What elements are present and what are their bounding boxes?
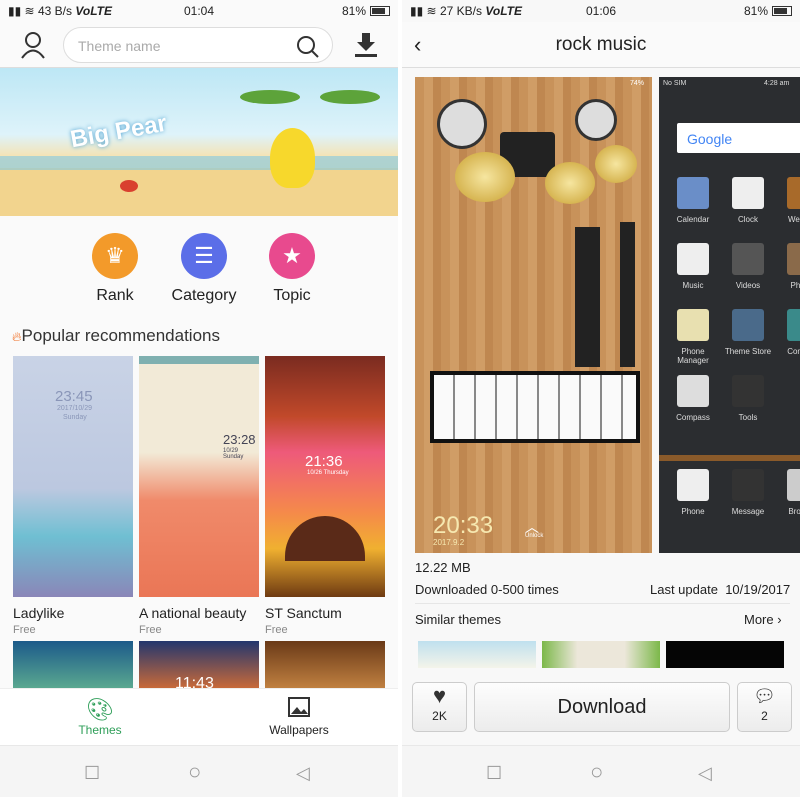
theme-card[interactable] [265,641,385,688]
signal-icon: ▮▮ ≋ [8,4,38,18]
lockscreen-preview[interactable]: 74% 20:33 2017.9.2 ︿ Unlock [415,77,652,553]
comments-button[interactable]: 💬︎ 2 [737,682,792,732]
banner-title: Big Pear [68,109,169,154]
theme-store-home: ▮▮ ≋ 43 B/s VoLTE 01:04 81% Theme name B… [0,0,398,797]
header: ‹ rock music [402,22,800,68]
download-button[interactable]: Download [474,682,730,732]
theme-card[interactable]: 11:43 [139,641,259,692]
section-title: 🔥︎Popular recommendations [12,326,220,345]
signal-icon: ▮▮ ≋ [410,4,440,18]
image-icon [239,697,359,723]
star-icon: ★ [269,233,315,279]
similar-themes-label: Similar themes [415,612,501,627]
similar-theme-thumb[interactable] [666,641,784,668]
theme-card[interactable]: 23:28 10/29 Sunday A national beauty Fre… [139,356,259,636]
list-icon: ☰ [181,233,227,279]
back-icon[interactable]: ◁ [296,763,310,784]
crown-icon: ♛ [92,233,138,279]
app-icon-contacts: Contacts [777,309,800,356]
battery-icon [370,6,390,16]
app-icon-videos: Videos [722,243,774,290]
back-icon[interactable]: ◁ [698,763,712,784]
cymbal [455,152,515,202]
chevron-right-icon: › [777,612,782,627]
google-search-widget: Google [677,123,800,153]
more-link[interactable]: More › [744,612,782,627]
heart-icon: ♥ [432,683,447,708]
crab [120,180,138,192]
dock-icon-phone: Phone [667,469,719,516]
home-icon[interactable]: ○ [188,759,201,785]
similar-theme-thumb[interactable] [418,641,536,668]
flame-icon: 🔥︎ [12,329,22,344]
app-icon-music: Music [667,243,719,290]
tab-themes[interactable]: 🎨︎ Themes [40,697,160,737]
like-button[interactable]: ♥ 2K [412,682,467,732]
header: Theme name [0,22,398,68]
app-icon-clock: Clock [722,177,774,224]
app-icon-tools: Tools [722,375,774,422]
similar-theme-thumb[interactable] [542,641,660,668]
theme-card[interactable] [13,641,133,688]
theme-card[interactable]: 21:36 10/26 Thursday ST Sanctum Free [265,356,385,636]
app-icon-weather: Weather [777,177,800,224]
dock-icon-browser: Browser [777,469,800,516]
theme-detail: ▮▮ ≋ 27 KB/s VoLTE 01:06 81% ‹ rock musi… [402,0,800,797]
system-nav: ☐ ○ ◁ [0,745,398,797]
recents-icon[interactable]: ☐ [486,763,502,784]
piano-keyboard [430,371,640,443]
homescreen-preview[interactable]: No SIM 4:28 am Google CalendarClockWeath… [659,77,800,553]
palette-icon: 🎨︎ [86,697,114,722]
file-size: 12.22 MB [415,560,471,575]
status-bar: ▮▮ ≋ 43 B/s VoLTE 01:04 81% [0,0,398,22]
system-nav: ☐ ○ ◁ [402,745,800,797]
search-icon[interactable] [296,35,320,59]
status-bar: ▮▮ ≋ 27 KB/s VoLTE 01:06 81% [402,0,800,22]
download-icon[interactable] [354,33,378,57]
comment-icon: 💬︎ [753,686,776,706]
taj-mahal-silhouette [285,516,365,561]
app-icon-compass: Compass [667,375,719,422]
search-input[interactable]: Theme name [63,27,333,63]
promo-banner[interactable]: Big Pear [0,68,398,216]
home-icon[interactable]: ○ [590,759,603,785]
app-icon-photos: Photos [777,243,800,290]
tab-wallpapers[interactable]: Wallpapers [239,697,359,737]
category-category[interactable]: ☰ Category [164,233,244,305]
dock-icon-message: Message [722,469,774,516]
app-icon-calendar: Calendar [667,177,719,224]
category-rank[interactable]: ♛ Rank [75,233,155,305]
last-update: 10/19/2017 [725,582,791,597]
category-topic[interactable]: ★ Topic [252,233,332,305]
download-count: Downloaded 0-500 times [415,582,559,597]
bottom-nav: 🎨︎ Themes Wallpapers [0,688,398,745]
page-title: rock music [555,34,647,55]
theme-card[interactable]: 23:45 2017/10/29 Sunday Ladylike Free [13,356,133,636]
battery-icon [772,6,792,16]
app-icon-theme-store: Theme Store [722,309,774,356]
user-icon[interactable] [20,31,46,59]
pear-character [270,128,315,188]
app-icon-phone-manager: Phone Manager [667,309,719,365]
recents-icon[interactable]: ☐ [84,763,100,784]
